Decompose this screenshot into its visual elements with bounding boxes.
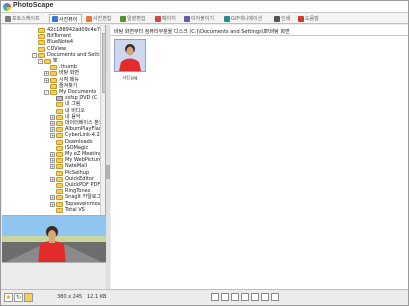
thumbnail-size-icon[interactable] xyxy=(231,293,239,301)
preview-panel xyxy=(2,215,106,263)
tab-page[interactable]: 페이지 xyxy=(153,14,180,23)
help-icon xyxy=(298,15,304,22)
combine-icon xyxy=(184,15,190,22)
folder-tree-panel: 42c188942ad09c4e759e BitTorrent BlueNote4 C… xyxy=(2,25,106,215)
file-list-area: 사진.jpg xyxy=(111,36,408,289)
page-icon xyxy=(155,15,161,22)
tab-label: 인쇄 xyxy=(281,16,291,22)
batch-icon xyxy=(120,15,126,22)
favorite-star-icon[interactable]: ★ xyxy=(4,293,13,302)
tab-label: 이어붙이기 xyxy=(191,16,215,22)
view-toolbar xyxy=(211,293,291,303)
panel-splitter[interactable] xyxy=(106,25,110,291)
tree-item-label: Total VS xyxy=(65,206,85,213)
current-path: 바탕 화면부터 컴퓨터부분을 디스크 (C:)\Documents and Se… xyxy=(111,25,408,36)
collapse-icon[interactable]: - xyxy=(44,90,49,95)
folder-open-icon[interactable] xyxy=(24,293,33,302)
file-size: 12.1 KB xyxy=(87,294,107,300)
folder-icon xyxy=(56,207,63,213)
gif-icon xyxy=(224,15,230,22)
tab-label: 사진뷰어 xyxy=(59,16,78,23)
thumbnail-caption: 사진.jpg xyxy=(122,75,138,80)
collapse-icon[interactable]: - xyxy=(38,59,43,64)
image-dimensions: 380 x 245 xyxy=(57,294,83,300)
refresh-icon[interactable]: ↻ xyxy=(14,293,23,302)
tab-label: 사진편집 xyxy=(93,16,112,22)
delete-icon[interactable] xyxy=(271,293,279,301)
window-title: PhotoScape xyxy=(13,2,54,9)
tab-label: 도움말 xyxy=(305,16,319,22)
print-icon xyxy=(274,15,280,22)
thumbnail-item[interactable] xyxy=(114,39,146,72)
tab-help[interactable]: 도움말 xyxy=(296,14,324,23)
list-view-icon[interactable] xyxy=(221,293,229,301)
tab-editor[interactable]: 사진편집 xyxy=(84,14,116,23)
tab-print[interactable]: 인쇄 xyxy=(272,14,294,23)
photoscape-logo-icon xyxy=(3,3,11,11)
status-bar: ★ ↻ 380 x 245 12.1 KB xyxy=(1,289,408,305)
collapse-icon[interactable]: - xyxy=(32,52,37,58)
tab-viewer[interactable]: 사진뷰어 xyxy=(49,14,82,23)
app-window: PhotoScape 포토스케이프 사진뷰어 사진편집 일괄편집 페이지 이어붙… xyxy=(0,0,409,306)
tab-label: 포토스케이프 xyxy=(12,16,40,22)
viewer-icon xyxy=(52,16,58,22)
tab-label: 페이지 xyxy=(162,16,176,22)
rotate-right-icon[interactable] xyxy=(261,293,269,301)
tab-batch[interactable]: 일괄편집 xyxy=(118,14,151,23)
home-icon xyxy=(5,15,11,22)
splitter-grip[interactable] xyxy=(106,165,110,179)
tab-label: GIF애니메이션 xyxy=(231,16,263,22)
grid-view-icon[interactable] xyxy=(211,293,219,301)
editor-icon xyxy=(86,15,92,22)
thumbnail-image xyxy=(115,40,145,71)
tab-gif[interactable]: GIF애니메이션 xyxy=(222,14,270,23)
photo-preview xyxy=(2,216,106,262)
tab-home[interactable]: 포토스케이프 xyxy=(3,14,48,23)
tab-combine[interactable]: 이어붙이기 xyxy=(182,14,220,23)
tab-label: 일괄편집 xyxy=(127,16,146,22)
rotate-left-icon[interactable] xyxy=(251,293,259,301)
main-tab-bar: 포토스케이프 사진뷰어 사진편집 일괄편집 페이지 이어붙이기 GIF애니메이션 xyxy=(1,13,408,24)
sort-icon[interactable] xyxy=(241,293,249,301)
tree-item[interactable]: Total VS xyxy=(50,207,85,214)
title-bar: PhotoScape xyxy=(1,1,408,13)
